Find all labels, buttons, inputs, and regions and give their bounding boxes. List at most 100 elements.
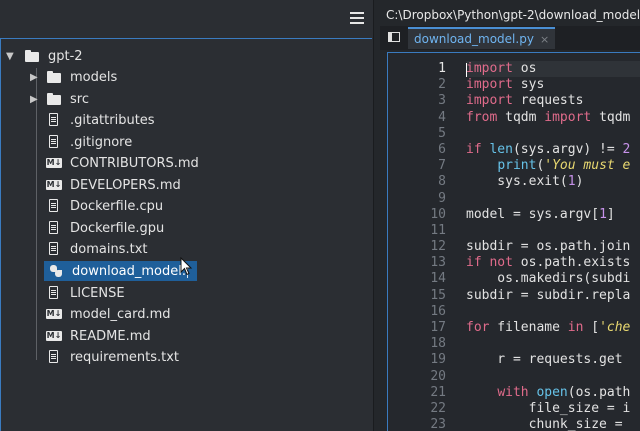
- tree-item-label: .gitattributes: [70, 112, 155, 128]
- code-line[interactable]: ​: [466, 126, 640, 142]
- tree-root-gpt-2[interactable]: ▼ gpt-2: [6, 46, 83, 66]
- tree-item-label: DEVELOPERS.md: [70, 177, 181, 193]
- code-line[interactable]: os.makedirs(subdi: [466, 271, 640, 287]
- code-line[interactable]: for filename in ['che: [466, 320, 640, 336]
- code-line[interactable]: subdir = subdir.repla: [466, 288, 640, 304]
- line-number: 22: [430, 400, 446, 416]
- code-line[interactable]: import requests: [466, 93, 640, 109]
- tab-bar: download_model.py ×: [380, 26, 640, 50]
- tree-item-gitattributes[interactable]: .gitattributes: [46, 110, 155, 130]
- line-number: 21: [430, 384, 446, 400]
- code-area[interactable]: import os import sys import requests from t…: [466, 61, 640, 431]
- tree-item-readme-md[interactable]: README.md: [46, 326, 151, 346]
- tree-item-requirements-txt[interactable]: requirements.txt: [46, 347, 179, 367]
- line-number: 1: [438, 61, 446, 76]
- code-line[interactable]: subdir = os.path.join: [466, 239, 640, 255]
- markdown-icon: [46, 307, 62, 321]
- line-number: 10: [430, 206, 446, 222]
- tab-download-model-py[interactable]: download_model.py ×: [408, 27, 556, 49]
- markdown-icon: [46, 178, 62, 192]
- line-number: 8: [438, 174, 446, 190]
- code-line[interactable]: if len(sys.argv) != 2: [466, 142, 640, 158]
- close-icon[interactable]: ×: [540, 33, 549, 46]
- python-icon: [48, 264, 64, 278]
- text-caret: [466, 63, 467, 77]
- project-sidebar: ▼ gpt-2 ▶ models ▶ src .gitattributes .g…: [0, 0, 374, 431]
- line-number: 15: [430, 287, 446, 303]
- line-number: 3: [438, 93, 446, 109]
- line-number: 23: [430, 417, 446, 431]
- folder-icon: [46, 70, 62, 84]
- chevron-right-icon[interactable]: ▶: [30, 72, 42, 83]
- code-line[interactable]: ​: [466, 223, 640, 239]
- code-line[interactable]: model = sys.argv[1]: [466, 207, 640, 223]
- line-number: 6: [438, 141, 446, 157]
- tree-item-domains-txt[interactable]: domains.txt: [46, 239, 147, 259]
- tree-item-src[interactable]: ▶ src: [30, 89, 89, 109]
- code-line[interactable]: if not os.path.exists: [466, 255, 640, 271]
- chevron-right-icon[interactable]: ▶: [30, 94, 42, 105]
- code-line[interactable]: ​: [466, 304, 640, 320]
- file-path: C:\Dropbox\Python\gpt-2\download_model.p…: [386, 8, 640, 22]
- file-icon: [46, 221, 62, 235]
- file-icon: [46, 113, 62, 127]
- tree-item-label: requirements.txt: [70, 349, 180, 365]
- line-number-gutter: 1 2 3 4 5 6 7 8 9 10 11 12 13 14 15 16 17 18 19 20 21 22 23: [388, 61, 458, 431]
- line-number: 5: [438, 125, 446, 141]
- tree-item-model-card-md[interactable]: model_card.md: [46, 304, 171, 324]
- code-line[interactable]: ​: [466, 369, 640, 385]
- line-number: 11: [430, 222, 446, 238]
- line-number: 4: [438, 109, 446, 125]
- tree-item-developers-md[interactable]: DEVELOPERS.md: [46, 175, 181, 195]
- code-line[interactable]: sys.exit(1): [466, 174, 640, 190]
- line-number: 14: [430, 271, 446, 287]
- sidebar-toggle-icon[interactable]: [388, 32, 400, 42]
- tree-item-label: models: [70, 69, 118, 85]
- code-line[interactable]: file_size = i: [466, 401, 640, 417]
- tree-item-dockerfile-cpu[interactable]: Dockerfile.cpu: [46, 196, 163, 216]
- tree-item-label: download_model.py: [72, 263, 188, 279]
- tree-item-models[interactable]: ▶ models: [30, 67, 117, 87]
- line-number: 9: [438, 190, 446, 206]
- code-line[interactable]: ​: [466, 191, 640, 207]
- tree-item-dockerfile-gpu[interactable]: Dockerfile.gpu: [46, 218, 164, 238]
- markdown-icon: [46, 329, 62, 343]
- tab-label: download_model.py: [414, 32, 534, 46]
- tree-item-gitignore[interactable]: .gitignore: [46, 132, 132, 152]
- code-line[interactable]: import os: [466, 61, 640, 78]
- tree-item-label: src: [70, 91, 89, 107]
- line-number: 2: [438, 77, 446, 93]
- tree-item-label: README.md: [70, 328, 151, 344]
- code-line[interactable]: ​: [466, 336, 640, 352]
- file-icon: [46, 199, 62, 213]
- tree-item-label: gpt-2: [48, 48, 83, 64]
- code-line[interactable]: print('You must e: [466, 158, 640, 174]
- hamburger-menu-icon[interactable]: [350, 12, 364, 24]
- file-icon: [46, 286, 62, 300]
- line-number: 13: [430, 255, 446, 271]
- tree-item-license[interactable]: LICENSE: [46, 283, 125, 303]
- tree-item-label: CONTRIBUTORS.md: [70, 155, 199, 171]
- tree-item-label: LICENSE: [70, 285, 125, 301]
- tree-guide-line: [36, 68, 37, 360]
- code-editor[interactable]: 1 2 3 4 5 6 7 8 9 10 11 12 13 14 15 16 17 18 19 20 21 22 23 im…: [387, 52, 640, 431]
- tree-item-label: Dockerfile.cpu: [70, 198, 164, 214]
- tree-item-label: .gitignore: [70, 134, 133, 150]
- tree-item-download-model-py[interactable]: download_model.py: [44, 261, 197, 281]
- tree-item-label: model_card.md: [70, 306, 171, 322]
- code-line[interactable]: with open(os.path: [466, 385, 640, 401]
- line-number: 19: [430, 352, 446, 368]
- line-number: 20: [430, 368, 446, 384]
- file-icon: [46, 135, 62, 149]
- code-line[interactable]: import sys: [466, 77, 640, 93]
- line-number: 17: [430, 320, 446, 335]
- code-line[interactable]: from tqdm import tqdm: [466, 110, 640, 126]
- folder-icon: [46, 92, 62, 106]
- chevron-down-icon[interactable]: ▼: [6, 51, 18, 62]
- code-line[interactable]: chunk_size =: [466, 417, 640, 431]
- line-number: 16: [430, 303, 446, 319]
- tree-item-contributors-md[interactable]: CONTRIBUTORS.md: [46, 153, 199, 173]
- markdown-icon: [46, 156, 62, 170]
- code-line[interactable]: r = requests.get: [466, 352, 640, 368]
- line-number: 12: [430, 239, 446, 255]
